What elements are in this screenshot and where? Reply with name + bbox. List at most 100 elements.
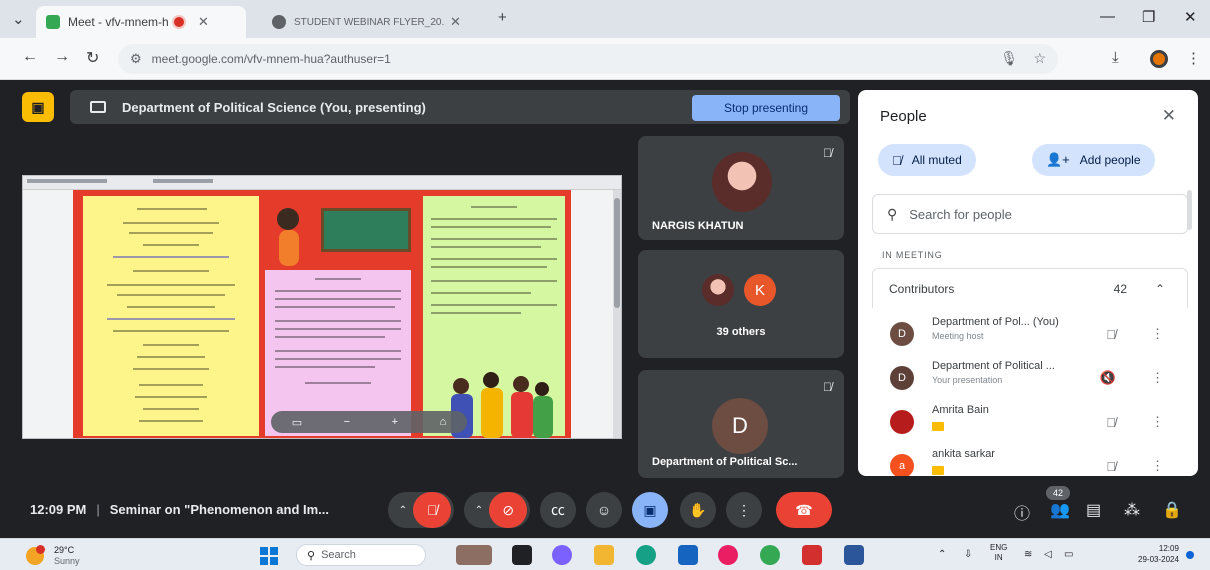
chevron-up-icon[interactable]: ⌃ bbox=[399, 505, 407, 516]
page-icon[interactable]: ▭ bbox=[292, 416, 302, 429]
chevron-up-icon[interactable]: ⌃ bbox=[475, 505, 483, 516]
raise-hand-button[interactable]: ✋ bbox=[680, 492, 716, 528]
microphone-icon[interactable]: 🎙 bbox=[1000, 50, 1018, 67]
mic-off-icon[interactable]: 🎙̸ bbox=[1106, 415, 1116, 430]
chat-icon[interactable]: ▤ bbox=[1086, 500, 1101, 520]
notification-icon[interactable] bbox=[1186, 551, 1194, 559]
chat-app-icon[interactable] bbox=[552, 545, 572, 565]
close-tab-icon[interactable]: ✕ bbox=[198, 14, 209, 30]
microphone-control[interactable]: ⌃ 🎙̸ bbox=[388, 492, 454, 528]
presenting-indicator-icon: ▣ bbox=[22, 92, 54, 122]
participant-row[interactable]: D Department of Pol... (You) Meeting hos… bbox=[872, 312, 1188, 356]
meeting-time: 12:09 PM bbox=[30, 502, 87, 517]
volume-icon[interactable]: ◁ bbox=[1044, 549, 1052, 560]
tray-chevron-up-icon[interactable]: ⌃ bbox=[938, 549, 946, 560]
leave-call-button[interactable]: ☎ bbox=[776, 492, 832, 528]
temperature: 29°C bbox=[54, 545, 75, 555]
activities-icon[interactable]: ⁂ bbox=[1124, 500, 1140, 520]
participant-avatar bbox=[712, 152, 772, 212]
zoom-out-icon[interactable]: − bbox=[344, 416, 350, 428]
participant-avatar: D bbox=[712, 398, 768, 454]
more-options-button[interactable]: ⋮ bbox=[726, 492, 762, 528]
meeting-details-icon[interactable]: ⓘ bbox=[1014, 500, 1030, 524]
language-indicator[interactable]: ENG IN bbox=[990, 543, 1007, 563]
profile-avatar[interactable] bbox=[1150, 50, 1168, 68]
reload-icon[interactable]: ↻ bbox=[86, 48, 99, 68]
more-options-icon[interactable]: ⋮ bbox=[1151, 326, 1164, 342]
forward-arrow-icon[interactable]: → bbox=[54, 48, 70, 66]
close-tab-icon[interactable]: ✕ bbox=[450, 14, 461, 30]
participant-avatar bbox=[890, 410, 914, 434]
participant-row[interactable]: a ankita sarkar 🎙̸ ⋮ bbox=[872, 444, 1188, 476]
badge-icon bbox=[932, 422, 944, 431]
fit-icon[interactable]: ⌂ bbox=[440, 416, 447, 428]
minimize-icon[interactable]: — bbox=[1100, 8, 1115, 25]
participant-tile[interactable]: 🎙̸ NARGIS KHATUN bbox=[638, 136, 844, 240]
present-now-button[interactable]: ▣ bbox=[632, 492, 668, 528]
others-tile[interactable]: K 39 others bbox=[638, 250, 844, 358]
taskbar-search[interactable]: ⚲ Search bbox=[296, 544, 426, 566]
tab-flyer[interactable]: STUDENT WEBINAR FLYER_20... ✕ bbox=[262, 6, 482, 38]
task-view-icon[interactable] bbox=[512, 545, 532, 565]
shared-window-scrollbar[interactable] bbox=[613, 190, 621, 438]
tab-search-chevron-icon[interactable]: ⌄ bbox=[12, 10, 25, 28]
stop-presenting-button[interactable]: Stop presenting bbox=[692, 95, 840, 121]
contributors-group-header[interactable]: Contributors 42 ⌃ bbox=[872, 268, 1188, 308]
address-toolbar: ← → ↻ ⚙ meet.google.com/vfv-mnem-hua?aut… bbox=[0, 38, 1210, 80]
chrome-icon[interactable] bbox=[760, 545, 780, 565]
chrome-menu-icon[interactable]: ⋮ bbox=[1186, 49, 1201, 67]
windows-start-icon[interactable] bbox=[260, 547, 278, 565]
word-icon[interactable] bbox=[844, 545, 864, 565]
add-people-button[interactable]: 👤+ Add people bbox=[1032, 144, 1155, 176]
close-window-icon[interactable]: ✕ bbox=[1184, 8, 1197, 26]
back-arrow-icon[interactable]: ← bbox=[22, 48, 38, 66]
acrobat-icon[interactable] bbox=[802, 545, 822, 565]
meeting-info: 12:09 PM | Seminar on "Phenomenon and Im..… bbox=[30, 502, 330, 517]
participant-tile[interactable]: 🎙̸ D Department of Political Sc... bbox=[638, 370, 844, 478]
tab-meet[interactable]: Meet - vfv-mnem-hua ✕ bbox=[36, 6, 246, 38]
more-options-icon[interactable]: ⋮ bbox=[1151, 414, 1164, 430]
close-panel-icon[interactable]: ✕ bbox=[1162, 106, 1176, 126]
file-explorer-icon[interactable] bbox=[594, 545, 614, 565]
bookmark-star-icon[interactable]: ☆ bbox=[1033, 50, 1046, 67]
download-icon[interactable]: ⤓ bbox=[1112, 49, 1119, 66]
zoom-in-icon[interactable]: + bbox=[392, 416, 398, 428]
language-top: ENG bbox=[990, 543, 1008, 552]
more-options-icon[interactable]: ⋮ bbox=[1151, 370, 1164, 386]
people-icon[interactable]: 👥 bbox=[1050, 500, 1070, 520]
more-options-icon[interactable]: ⋮ bbox=[1151, 458, 1164, 474]
camera-control[interactable]: ⌃ ⊘ bbox=[464, 492, 530, 528]
wifi-icon[interactable]: ≋ bbox=[1024, 549, 1032, 560]
usb-icon[interactable]: ⇩ bbox=[964, 549, 972, 560]
shared-window-titlebar bbox=[23, 176, 621, 190]
presentation-audio-off-icon[interactable]: 🔇 bbox=[1100, 370, 1116, 386]
participant-row[interactable]: Amrita Bain 🎙̸ ⋮ bbox=[872, 400, 1188, 444]
new-tab-plus-icon[interactable]: + bbox=[498, 9, 507, 26]
panel-scrollbar[interactable] bbox=[1187, 190, 1192, 230]
battery-icon[interactable]: ▭ bbox=[1064, 549, 1073, 560]
app-icon[interactable] bbox=[718, 545, 738, 565]
site-settings-icon[interactable]: ⚙ bbox=[130, 51, 142, 67]
url-bar[interactable]: ⚙ meet.google.com/vfv-mnem-hua?authuser=… bbox=[118, 44, 1058, 74]
system-clock[interactable]: 12:09 29-03-2024 bbox=[1138, 543, 1179, 565]
reactions-button[interactable]: ☺ bbox=[586, 492, 622, 528]
viewer-toolbar[interactable]: ▭ − + ⌂ bbox=[271, 411, 467, 433]
globe-icon bbox=[272, 15, 286, 29]
search-people-input[interactable]: ⚲ Search for people bbox=[872, 194, 1188, 234]
captions-button[interactable]: ㏄ bbox=[540, 492, 576, 528]
mic-off-icon[interactable]: 🎙̸ bbox=[1106, 327, 1116, 342]
participant-avatar: D bbox=[890, 366, 914, 390]
mute-all-button[interactable]: 🎙̸ All muted bbox=[878, 144, 976, 176]
clock-date: 29-03-2024 bbox=[1138, 555, 1179, 564]
maximize-icon[interactable]: ❐ bbox=[1142, 8, 1155, 26]
host-controls-lock-icon[interactable]: 🔒 bbox=[1162, 500, 1182, 520]
hand-icon: ✋ bbox=[689, 501, 707, 518]
taskbar-app-icon[interactable] bbox=[456, 545, 492, 565]
mic-off-icon[interactable]: 🎙̸ bbox=[1106, 459, 1116, 474]
mic-off-icon[interactable]: 🎙̸ bbox=[413, 492, 452, 528]
participant-row[interactable]: D Department of Political ... Your prese… bbox=[872, 356, 1188, 400]
camera-off-icon[interactable]: ⊘ bbox=[489, 492, 528, 528]
store-icon[interactable] bbox=[678, 545, 698, 565]
edge-browser-icon[interactable] bbox=[636, 545, 656, 565]
chevron-up-icon[interactable]: ⌃ bbox=[1155, 282, 1165, 296]
